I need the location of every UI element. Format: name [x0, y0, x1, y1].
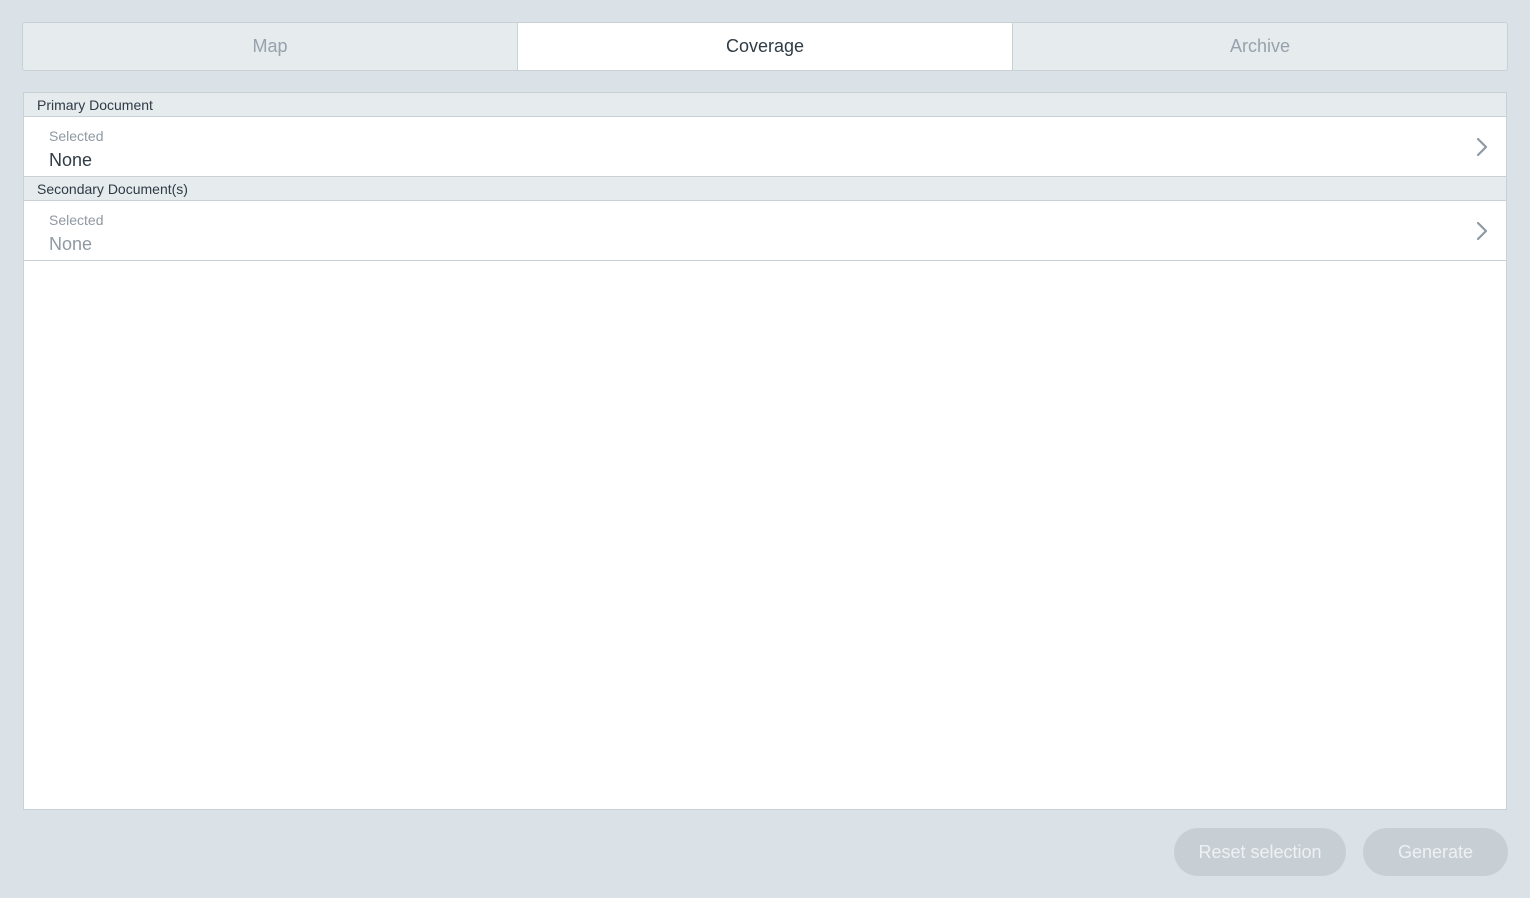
tab-bar: Map Coverage Archive [22, 22, 1508, 71]
generate-button[interactable]: Generate [1363, 828, 1508, 876]
secondary-selected-value: None [49, 234, 93, 254]
coverage-panel: Primary Document Selected None Secondary… [23, 92, 1507, 810]
primary-document-header: Primary Document [24, 93, 1506, 117]
secondary-documents-header: Secondary Document(s) [24, 177, 1506, 201]
secondary-selected-label: Selected [49, 212, 104, 228]
reset-selection-button[interactable]: Reset selection [1174, 828, 1346, 876]
tab-archive[interactable]: Archive [1013, 23, 1507, 70]
primary-document-selector[interactable]: Selected None [24, 117, 1506, 177]
secondary-documents-selector[interactable]: Selected None [24, 201, 1506, 261]
chevron-right-icon [1476, 137, 1488, 157]
tab-coverage[interactable]: Coverage [518, 23, 1013, 70]
primary-selected-label: Selected [49, 128, 104, 144]
chevron-right-icon [1476, 221, 1488, 241]
tab-map[interactable]: Map [23, 23, 518, 70]
primary-selected-value: None [49, 150, 93, 170]
